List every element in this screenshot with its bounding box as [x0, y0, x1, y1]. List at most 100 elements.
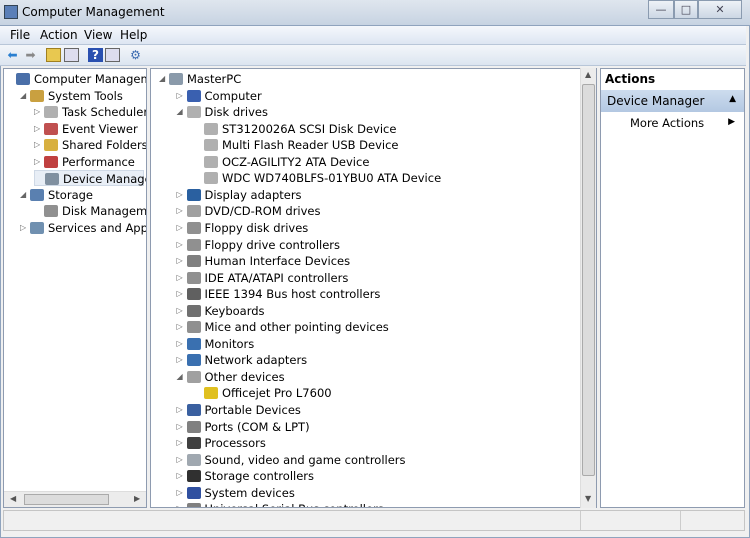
minimize-button[interactable]: —: [648, 0, 674, 19]
device-tree-pane[interactable]: ◢ MasterPC ▷ Computer ◢ Disk drives ST3120026A…: [150, 68, 597, 508]
menu-action[interactable]: Action: [40, 28, 78, 42]
menu-view[interactable]: View: [84, 28, 112, 42]
expanded-arrow-icon[interactable]: ◢: [159, 71, 165, 87]
horizontal-scrollbar[interactable]: ◀ ▶: [4, 491, 146, 507]
tree-item-label: Floppy disk drives: [204, 220, 309, 235]
scroll-left-icon[interactable]: ◀: [10, 494, 16, 503]
tree-item-label: Keyboards: [204, 303, 265, 318]
tree-item-label: System devices: [204, 485, 295, 500]
disk-drive-icon: [204, 122, 218, 135]
collapsed-arrow-icon[interactable]: ▷: [177, 286, 183, 302]
collapsed-arrow-icon[interactable]: ▷: [34, 104, 40, 120]
expanded-arrow-icon[interactable]: ◢: [20, 187, 26, 203]
tree-item-label: Display adapters: [204, 187, 302, 202]
collapsed-arrow-icon[interactable]: ▷: [177, 435, 183, 451]
tree-item-label: MasterPC: [187, 72, 242, 86]
menu-help[interactable]: Help: [120, 28, 147, 42]
up-folder-icon[interactable]: [46, 48, 61, 62]
tree-item-label: System Tools: [48, 88, 123, 103]
tree-item-label: Disk Management: [62, 204, 147, 219]
floppy-drive-icon: [186, 221, 201, 234]
network-adapter-icon: [186, 354, 201, 367]
expanded-arrow-icon[interactable]: ◢: [20, 88, 26, 104]
collapsed-arrow-icon[interactable]: ▷: [34, 121, 40, 137]
collapsed-arrow-icon[interactable]: ▷: [177, 220, 183, 236]
collapsed-arrow-icon[interactable]: ▷: [177, 237, 183, 253]
collapsed-arrow-icon[interactable]: ▷: [177, 419, 183, 435]
tree-item-label: Task Scheduler: [62, 105, 147, 120]
expanded-arrow-icon[interactable]: ◢: [177, 369, 183, 385]
section-label: Device Manager: [607, 94, 705, 108]
sound-icon: [186, 453, 201, 466]
tree-item-label: IDE ATA/ATAPI controllers: [204, 270, 349, 285]
floppy-controller-icon: [186, 238, 201, 251]
storage-controller-icon: [186, 470, 201, 483]
collapsed-arrow-icon[interactable]: ▷: [177, 319, 183, 335]
show-hide-tree-icon[interactable]: [64, 48, 79, 62]
tree-item-label: Computer Management: [34, 72, 146, 86]
collapsed-arrow-icon[interactable]: ▷: [177, 88, 183, 104]
more-actions-item[interactable]: More Actions ▶: [601, 114, 744, 132]
collapsed-arrow-icon[interactable]: ▷: [177, 352, 183, 368]
expanded-arrow-icon[interactable]: ◢: [177, 104, 183, 120]
tree-item-label: Event Viewer: [62, 121, 138, 136]
actions-section-device-manager[interactable]: Device Manager ▲: [601, 90, 744, 112]
tree-item-label: Services and Applications: [48, 220, 147, 235]
computer-management-icon: [4, 5, 18, 19]
storage-icon: [30, 188, 44, 201]
tree-item-label: Officejet Pro L7600: [222, 386, 332, 401]
collapsed-arrow-icon[interactable]: ▷: [177, 336, 183, 352]
close-button[interactable]: ✕: [698, 0, 742, 19]
computer-icon: [169, 73, 183, 85]
forward-arrow-icon[interactable]: ➡: [23, 48, 38, 62]
menu-bar: File Action View Help: [0, 26, 746, 45]
collapsed-arrow-icon[interactable]: ▷: [177, 402, 183, 418]
scroll-thumb[interactable]: [24, 494, 109, 505]
collapsed-arrow-icon[interactable]: ▷: [34, 137, 40, 153]
title-bar: Computer Management — □ ✕: [0, 0, 750, 25]
scroll-right-icon[interactable]: ▶: [134, 494, 140, 503]
back-arrow-icon[interactable]: ⬅: [5, 48, 20, 62]
hid-icon: [186, 255, 201, 268]
scroll-down-icon[interactable]: ▼: [585, 494, 591, 503]
disk-drive-icon: [186, 106, 201, 119]
menu-file[interactable]: File: [10, 28, 30, 42]
collapsed-arrow-icon[interactable]: ▷: [177, 468, 183, 484]
scroll-thumb[interactable]: [582, 84, 595, 476]
port-icon: [186, 420, 201, 433]
tree-item-label: OCZ-AGILITY2 ATA Device: [222, 154, 370, 169]
collapsed-arrow-icon[interactable]: ▷: [177, 452, 183, 468]
vertical-scrollbar[interactable]: ▲ ▼: [580, 68, 596, 508]
tree-item-label: ST3120026A SCSI Disk Device: [222, 121, 397, 136]
tree-item-label: Ports (COM & LPT): [204, 419, 310, 434]
collapsed-arrow-icon[interactable]: ▷: [177, 187, 183, 203]
processor-icon: [186, 437, 201, 450]
performance-icon: [44, 155, 58, 168]
ide-controller-icon: [186, 271, 201, 284]
properties-icon[interactable]: ⚙: [128, 48, 143, 62]
display-adapter-icon: [186, 188, 201, 201]
status-bar: [3, 510, 745, 531]
collapsed-arrow-icon[interactable]: ▷: [177, 485, 183, 501]
help-icon[interactable]: ?: [88, 48, 103, 62]
warning-device-icon: [204, 387, 218, 400]
collapsed-arrow-icon[interactable]: ▷: [177, 501, 183, 507]
toolbar: ⬅ ➡ ? ⚙: [0, 45, 746, 66]
maximize-button[interactable]: □: [674, 0, 698, 19]
collapsed-arrow-icon[interactable]: ▷: [177, 203, 183, 219]
console-tree-pane[interactable]: ◀ ▶ Computer Management ◢ System Tools ▷ Tas…: [3, 68, 147, 508]
collapsed-arrow-icon[interactable]: ▷: [34, 154, 40, 170]
show-hide-action-pane-icon[interactable]: [105, 48, 120, 62]
collapse-up-icon[interactable]: ▲: [729, 94, 736, 104]
tree-item[interactable]: Device Manager: [34, 170, 146, 187]
collapsed-arrow-icon[interactable]: ▷: [177, 270, 183, 286]
tree-item-label: Device Manager: [63, 172, 146, 187]
computer-icon: [186, 89, 201, 102]
scroll-up-icon[interactable]: ▲: [585, 70, 591, 79]
collapsed-arrow-icon[interactable]: ▷: [20, 220, 26, 236]
tree-item-label: Portable Devices: [204, 403, 301, 417]
portable-device-icon: [186, 404, 201, 416]
collapsed-arrow-icon[interactable]: ▷: [177, 253, 183, 269]
system-device-icon: [186, 486, 201, 499]
collapsed-arrow-icon[interactable]: ▷: [177, 303, 183, 319]
